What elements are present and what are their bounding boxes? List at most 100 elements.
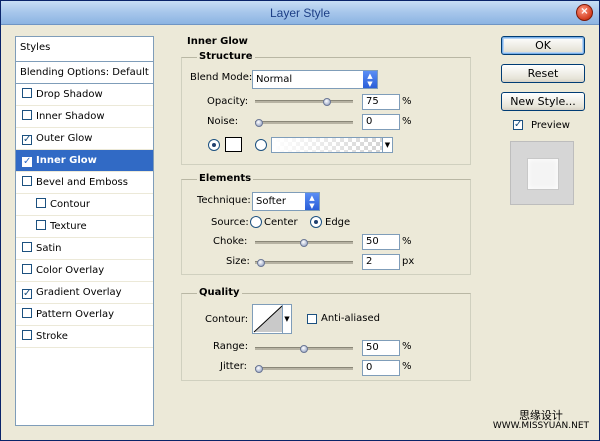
ok-button[interactable]: OK xyxy=(501,36,585,55)
contour-picker[interactable]: ▼ xyxy=(252,304,292,334)
source-center-label[interactable]: Center xyxy=(264,217,298,228)
watermark-cn: 思缘设计 xyxy=(518,409,563,422)
style-checkbox[interactable] xyxy=(22,88,32,98)
range-slider-thumb[interactable] xyxy=(300,345,308,353)
styles-items: Blending Options: Default Drop Shadow Inne… xyxy=(16,62,153,348)
technique-select[interactable]: Softer ▲ ▼ xyxy=(252,192,320,211)
choke-input[interactable]: 50 xyxy=(362,234,400,250)
style-checkbox[interactable] xyxy=(36,198,46,208)
style-label: Drop Shadow xyxy=(36,89,103,100)
style-label: Texture xyxy=(50,221,87,232)
jitter-input[interactable]: 0 xyxy=(362,360,400,376)
size-slider-thumb[interactable] xyxy=(257,259,265,267)
styles-item-inner-glow[interactable]: ✓ Inner Glow xyxy=(16,150,153,172)
select-arrows-icon: ▲ ▼ xyxy=(363,71,377,88)
dialog-title: Layer Style xyxy=(269,6,331,20)
quality-title: Quality xyxy=(197,287,242,298)
size-unit: px xyxy=(402,256,415,267)
source-center-radio[interactable] xyxy=(250,216,262,228)
jitter-label: Jitter: xyxy=(220,361,248,372)
source-edge-radio[interactable] xyxy=(310,216,322,228)
styles-item-pattern-overlay[interactable]: Pattern Overlay xyxy=(16,304,153,326)
styles-item-inner-shadow[interactable]: Inner Shadow xyxy=(16,106,153,128)
size-slider[interactable] xyxy=(255,259,353,267)
style-checkbox[interactable]: ✓ xyxy=(22,157,32,167)
style-checkbox[interactable] xyxy=(22,110,32,120)
style-label: Bevel and Emboss xyxy=(36,177,128,188)
style-label: Satin xyxy=(36,243,62,254)
style-checkbox[interactable] xyxy=(22,308,32,318)
jitter-slider-thumb[interactable] xyxy=(255,365,263,373)
noise-slider[interactable] xyxy=(255,119,353,127)
contour-label: Contour: xyxy=(205,314,249,325)
styles-item-drop-shadow[interactable]: Drop Shadow xyxy=(16,84,153,106)
layer-style-dialog: Layer Style × Styles Blending Options: D… xyxy=(0,0,600,441)
solid-color-radio[interactable] xyxy=(208,139,220,151)
title-bar: Layer Style × xyxy=(1,1,599,25)
styles-list: Styles Blending Options: Default Drop Sha… xyxy=(15,36,154,426)
style-checkbox[interactable] xyxy=(22,176,32,186)
chevron-down-icon: ▼ xyxy=(282,305,291,333)
style-checkbox[interactable] xyxy=(22,330,32,340)
linear-contour-icon xyxy=(253,305,283,333)
styles-item-outer-glow[interactable]: ✓ Outer Glow xyxy=(16,128,153,150)
technique-value: Softer xyxy=(256,196,286,207)
choke-slider[interactable] xyxy=(255,239,353,247)
choke-unit: % xyxy=(402,236,412,247)
blend-mode-select[interactable]: Normal ▲ ▼ xyxy=(252,70,378,89)
style-checkbox[interactable]: ✓ xyxy=(22,135,32,145)
opacity-slider[interactable] xyxy=(255,98,353,106)
styles-item-color-overlay[interactable]: Color Overlay xyxy=(16,260,153,282)
styles-item-stroke[interactable]: Stroke xyxy=(16,326,153,348)
styles-header[interactable]: Styles xyxy=(16,37,153,62)
style-label: Inner Glow xyxy=(36,155,97,166)
source-edge-label[interactable]: Edge xyxy=(325,217,350,228)
style-preview-thumbnail xyxy=(510,141,574,205)
noise-unit: % xyxy=(402,116,412,127)
style-label: Gradient Overlay xyxy=(36,287,122,298)
jitter-slider[interactable] xyxy=(255,365,353,373)
preview-checkbox[interactable]: ✓ xyxy=(513,120,523,130)
style-checkbox[interactable] xyxy=(36,220,46,230)
reset-button[interactable]: Reset xyxy=(501,64,585,83)
range-slider[interactable] xyxy=(255,345,353,353)
style-checkbox[interactable] xyxy=(22,242,32,252)
gradient-radio[interactable] xyxy=(255,139,267,151)
noise-input[interactable]: 0 xyxy=(362,114,400,130)
preview-square xyxy=(528,159,558,189)
style-label: Outer Glow xyxy=(36,133,93,144)
style-label: Inner Shadow xyxy=(36,111,105,122)
jitter-unit: % xyxy=(402,361,412,372)
anti-aliased-checkbox[interactable] xyxy=(307,314,317,324)
style-label: Pattern Overlay xyxy=(36,309,115,320)
style-checkbox[interactable]: ✓ xyxy=(22,289,32,299)
glow-gradient-picker[interactable]: ▼ xyxy=(271,137,393,153)
preview-label[interactable]: Preview xyxy=(531,120,570,131)
opacity-input[interactable]: 75 xyxy=(362,94,400,110)
styles-item-gradient-overlay[interactable]: ✓ Gradient Overlay xyxy=(16,282,153,304)
style-label: Color Overlay xyxy=(36,265,105,276)
size-input[interactable]: 2 xyxy=(362,254,400,270)
opacity-label: Opacity: xyxy=(207,96,249,107)
opacity-slider-thumb[interactable] xyxy=(323,98,331,106)
style-checkbox[interactable] xyxy=(22,264,32,274)
glow-color-swatch[interactable] xyxy=(225,137,242,152)
styles-item-satin[interactable]: Satin xyxy=(16,238,153,260)
watermark: 思缘设计 WWW.MISSYUAN.NET xyxy=(493,410,589,432)
styles-item-bevel-and-emboss[interactable]: Bevel and Emboss xyxy=(16,172,153,194)
select-arrows-icon: ▲ ▼ xyxy=(305,193,319,210)
noise-slider-thumb[interactable] xyxy=(255,119,263,127)
styles-item-texture[interactable]: Texture xyxy=(16,216,153,238)
styles-item-contour[interactable]: Contour xyxy=(16,194,153,216)
watermark-en: WWW.MISSYUAN.NET xyxy=(492,421,589,431)
new-style-button[interactable]: New Style... xyxy=(501,92,585,111)
range-unit: % xyxy=(402,341,412,352)
choke-label: Choke: xyxy=(213,236,248,247)
inner-glow-section-title: Inner Glow xyxy=(187,36,248,47)
styles-item-blending-options-default[interactable]: Blending Options: Default xyxy=(16,62,153,84)
choke-slider-thumb[interactable] xyxy=(300,239,308,247)
anti-aliased-label[interactable]: Anti-aliased xyxy=(321,313,380,324)
close-button[interactable]: × xyxy=(576,4,593,21)
range-input[interactable]: 50 xyxy=(362,340,400,356)
blend-mode-label: Blend Mode: xyxy=(190,72,253,83)
